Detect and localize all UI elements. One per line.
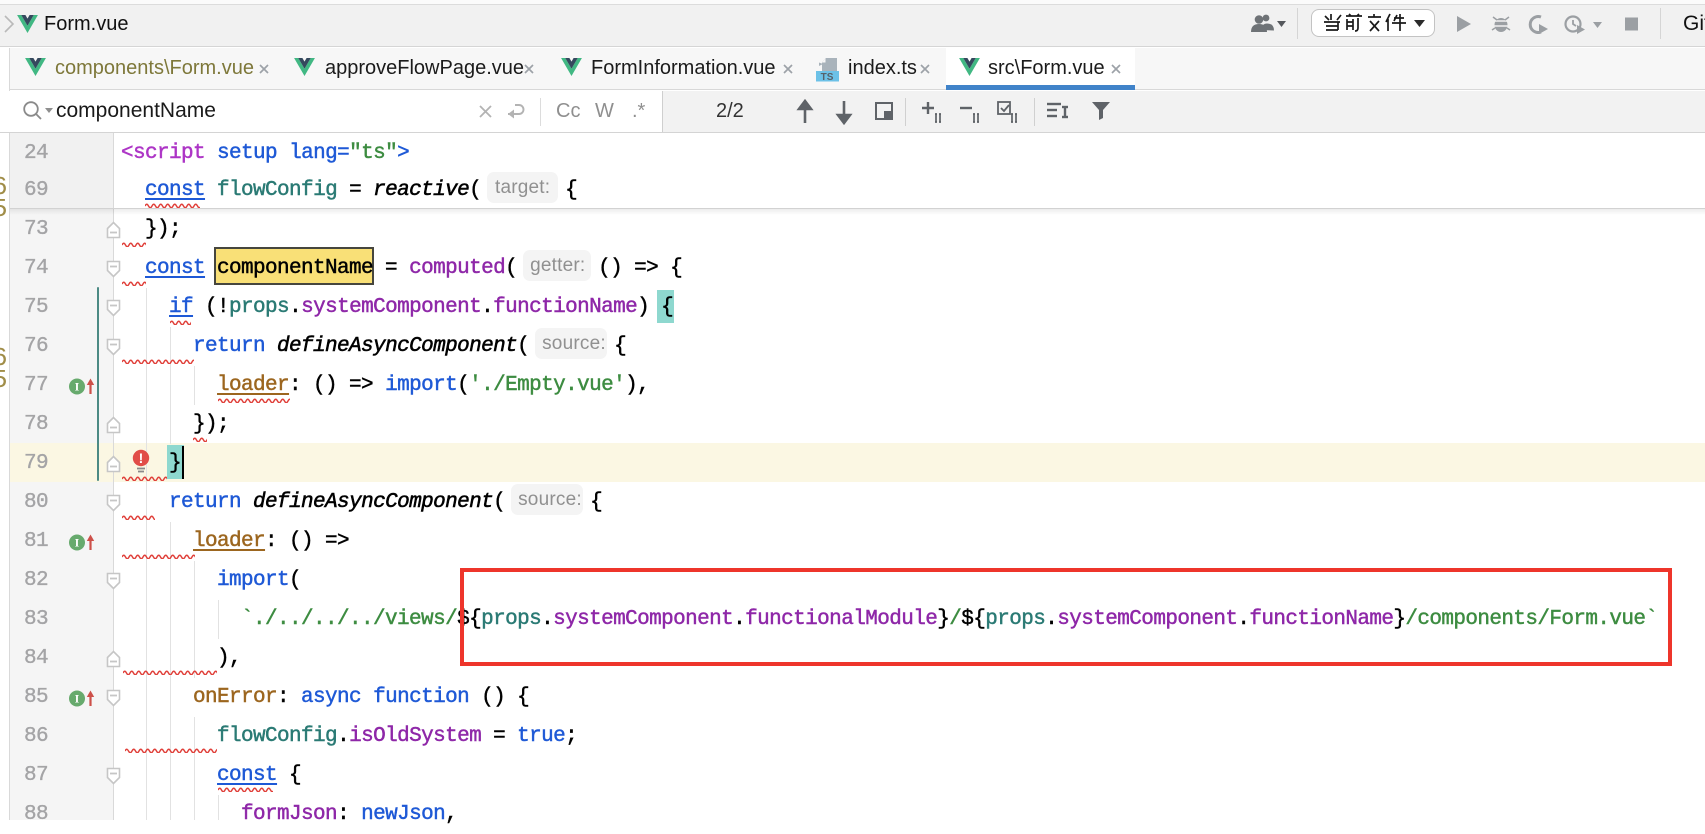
svg-text:I: I: [75, 535, 80, 549]
svg-text:TS: TS: [821, 72, 834, 82]
svg-text:I: I: [75, 379, 80, 393]
svg-text:I: I: [75, 691, 80, 705]
svg-text:!: !: [139, 450, 144, 466]
